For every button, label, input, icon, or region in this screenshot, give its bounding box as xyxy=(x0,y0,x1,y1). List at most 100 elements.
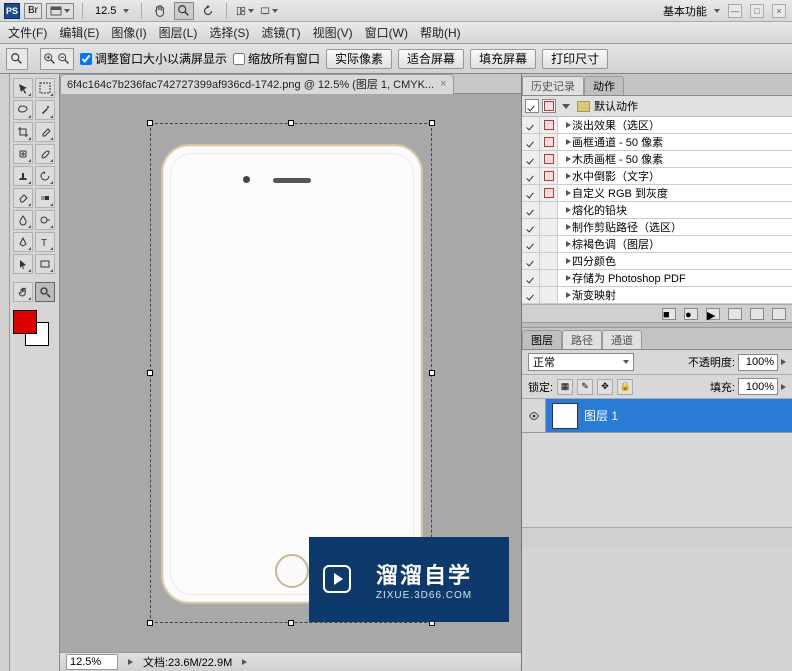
tab-channels[interactable]: 通道 xyxy=(602,330,642,349)
print-size-button[interactable]: 打印尺寸 xyxy=(542,49,608,69)
action-row[interactable]: 画框通道 - 50 像素 xyxy=(522,134,792,151)
lock-position-button[interactable]: ✥ xyxy=(597,379,613,395)
zoom-tool[interactable] xyxy=(35,282,55,302)
window-minimize-button[interactable]: — xyxy=(728,4,742,18)
status-menu-icon[interactable] xyxy=(242,659,247,665)
close-tab-icon[interactable]: × xyxy=(440,78,446,90)
fill-slider-icon[interactable] xyxy=(781,384,786,390)
actions-folder-row[interactable]: 默认动作 xyxy=(522,96,792,117)
folder-toggle-check[interactable] xyxy=(525,99,539,113)
menu-file[interactable]: 文件(F) xyxy=(8,24,47,41)
tab-actions[interactable]: 动作 xyxy=(584,76,624,95)
action-row[interactable]: 存储为 Photoshop PDF xyxy=(522,270,792,287)
history-brush-tool[interactable] xyxy=(35,166,55,186)
bridge-button[interactable]: Br xyxy=(24,3,42,19)
action-row[interactable]: 棕褐色调（图层） xyxy=(522,236,792,253)
action-toggle-check[interactable] xyxy=(522,202,540,218)
action-dialog-toggle[interactable] xyxy=(540,270,558,286)
shape-tool[interactable] xyxy=(35,254,55,274)
action-dialog-toggle[interactable] xyxy=(540,236,558,252)
tab-history[interactable]: 历史记录 xyxy=(522,76,584,95)
healing-brush-tool[interactable] xyxy=(13,144,33,164)
delete-action-button[interactable] xyxy=(772,308,786,320)
layer-thumbnail[interactable] xyxy=(552,403,578,429)
mini-bridge-button[interactable] xyxy=(46,3,74,19)
action-expand-icon[interactable] xyxy=(558,275,570,281)
play-action-button[interactable]: ▶ xyxy=(706,308,720,320)
layer-row[interactable]: 图层 1 xyxy=(522,399,792,433)
fill-screen-button[interactable]: 填充屏幕 xyxy=(470,49,536,69)
pen-tool[interactable] xyxy=(13,232,33,252)
record-action-button[interactable]: ● xyxy=(684,308,698,320)
action-expand-icon[interactable] xyxy=(558,258,570,264)
hand-tool-icon[interactable] xyxy=(150,2,170,20)
action-dialog-toggle[interactable] xyxy=(540,168,558,184)
arrange-docs-dropdown[interactable] xyxy=(235,2,255,20)
hand-tool[interactable] xyxy=(13,282,33,302)
lasso-tool[interactable] xyxy=(13,100,33,120)
document-tab[interactable]: 6f4c164c7b236fac742727399af936cd-1742.pn… xyxy=(60,74,454,94)
action-toggle-check[interactable] xyxy=(522,185,540,201)
tab-layers[interactable]: 图层 xyxy=(522,330,562,349)
lock-pixels-button[interactable]: ✎ xyxy=(577,379,593,395)
eyedropper-tool[interactable] xyxy=(35,122,55,142)
zoom-tool-icon[interactable] xyxy=(174,2,194,20)
new-action-button[interactable] xyxy=(750,308,764,320)
action-dialog-toggle[interactable] xyxy=(540,151,558,167)
action-expand-icon[interactable] xyxy=(558,173,570,179)
action-dialog-toggle[interactable] xyxy=(540,253,558,269)
action-toggle-check[interactable] xyxy=(522,253,540,269)
marquee-tool[interactable] xyxy=(35,78,55,98)
color-swatches[interactable] xyxy=(13,310,49,346)
action-toggle-check[interactable] xyxy=(522,151,540,167)
action-dialog-toggle[interactable] xyxy=(540,287,558,303)
zoom-all-checkbox[interactable]: 缩放所有窗口 xyxy=(233,50,320,67)
menu-help[interactable]: 帮助(H) xyxy=(420,24,461,41)
foreground-color[interactable] xyxy=(13,310,37,334)
opacity-input[interactable]: 100% xyxy=(738,354,778,371)
resize-window-checkbox[interactable]: 调整窗口大小以满屏显示 xyxy=(80,50,227,67)
move-tool[interactable] xyxy=(13,78,33,98)
window-maximize-button[interactable]: □ xyxy=(750,4,764,18)
menu-layer[interactable]: 图层(L) xyxy=(159,24,198,41)
action-row[interactable]: 淡出效果（选区） xyxy=(522,117,792,134)
layer-name[interactable]: 图层 1 xyxy=(584,407,618,424)
menu-select[interactable]: 选择(S) xyxy=(209,24,249,41)
zoom-level-dropdown[interactable]: 12.5 xyxy=(91,5,133,17)
brush-tool[interactable] xyxy=(35,144,55,164)
layer-visibility-toggle[interactable] xyxy=(522,399,546,432)
gradient-tool[interactable] xyxy=(35,188,55,208)
tab-paths[interactable]: 路径 xyxy=(562,330,602,349)
zoom-input[interactable]: 12.5% xyxy=(66,654,118,670)
action-row[interactable]: 制作剪贴路径（选区） xyxy=(522,219,792,236)
action-expand-icon[interactable] xyxy=(558,190,570,196)
window-close-button[interactable]: × xyxy=(772,4,786,18)
action-expand-icon[interactable] xyxy=(558,207,570,213)
path-selection-tool[interactable] xyxy=(13,254,33,274)
clone-stamp-tool[interactable] xyxy=(13,166,33,186)
menu-image[interactable]: 图像(I) xyxy=(111,24,146,41)
fill-input[interactable]: 100% xyxy=(738,378,778,395)
action-dialog-toggle[interactable] xyxy=(540,117,558,133)
canvas-viewport[interactable]: 溜溜自学 ZIXUE.3D66.COM xyxy=(60,94,521,652)
menu-filter[interactable]: 滤镜(T) xyxy=(261,24,300,41)
lock-all-button[interactable]: 🔒 xyxy=(617,379,633,395)
screen-mode-dropdown[interactable] xyxy=(259,2,279,20)
action-toggle-check[interactable] xyxy=(522,219,540,235)
action-expand-icon[interactable] xyxy=(558,241,570,247)
action-toggle-check[interactable] xyxy=(522,134,540,150)
action-dialog-toggle[interactable] xyxy=(540,202,558,218)
blend-mode-select[interactable]: 正常 xyxy=(528,353,634,371)
eraser-tool[interactable] xyxy=(13,188,33,208)
lock-transparent-button[interactable]: ▦ xyxy=(557,379,573,395)
opacity-slider-icon[interactable] xyxy=(781,359,786,365)
action-toggle-check[interactable] xyxy=(522,236,540,252)
action-row[interactable]: 自定义 RGB 到灰度 xyxy=(522,185,792,202)
menu-window[interactable]: 窗口(W) xyxy=(365,24,408,41)
new-set-button[interactable] xyxy=(728,308,742,320)
action-dialog-toggle[interactable] xyxy=(540,185,558,201)
magic-wand-tool[interactable] xyxy=(35,100,55,120)
rotate-view-icon[interactable] xyxy=(198,2,218,20)
action-expand-icon[interactable] xyxy=(558,156,570,162)
action-expand-icon[interactable] xyxy=(558,224,570,230)
